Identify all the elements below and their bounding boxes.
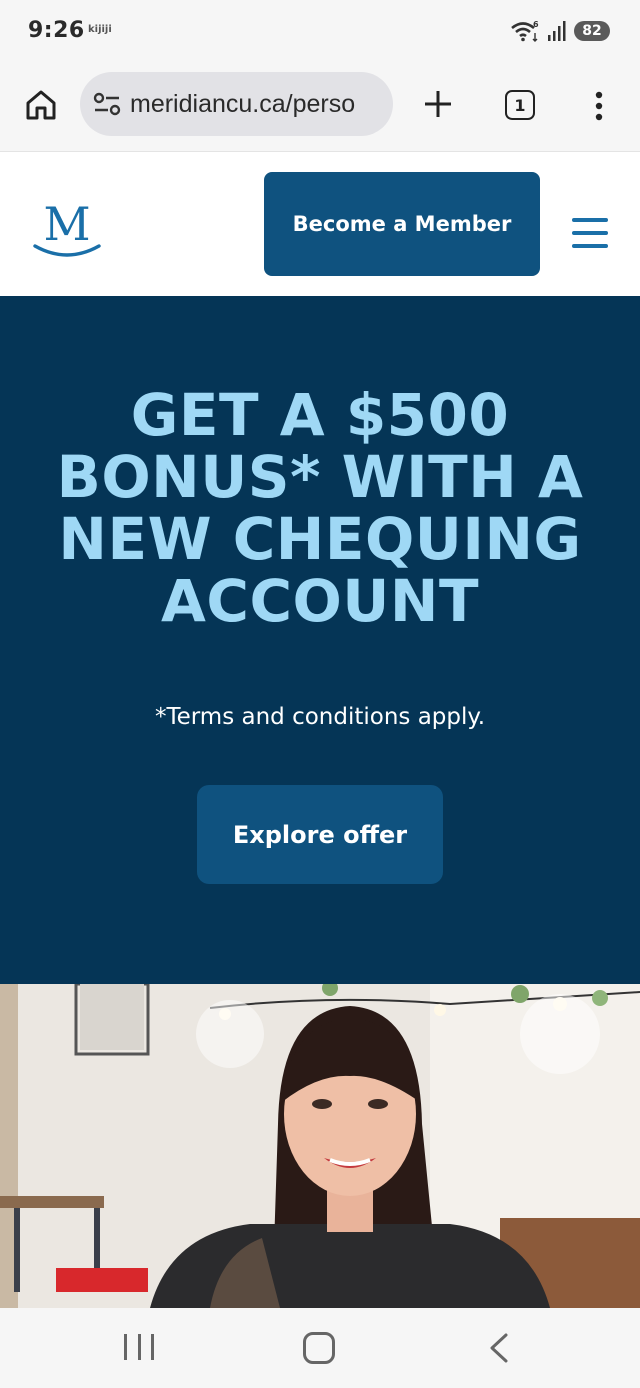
system-nav-bar <box>0 1308 640 1388</box>
new-tab-button[interactable] <box>418 84 458 124</box>
tabs-button[interactable]: 1 <box>505 90 535 120</box>
hero-title-line: GET A $500 <box>130 381 510 449</box>
hero-title-line: NEW CHEQUING <box>58 505 582 573</box>
battery-indicator: 82 <box>574 21 610 41</box>
signal-icon <box>548 21 566 41</box>
home-icon <box>26 90 56 120</box>
status-time: 9:26 <box>28 18 85 43</box>
home-nav-icon[interactable] <box>303 1332 335 1364</box>
back-icon[interactable] <box>484 1332 514 1364</box>
explore-offer-button[interactable]: Explore offer <box>197 785 443 884</box>
logo-letter: M <box>43 198 90 251</box>
browser-home-button[interactable] <box>22 84 60 126</box>
wifi-icon: 6 <box>511 20 539 42</box>
terms-note: *Terms and conditions apply. <box>154 704 486 730</box>
tab-count: 1 <box>514 95 526 115</box>
status-icons: 6 82 <box>510 18 610 44</box>
hero-title: GET A $500 BONUS* WITH A NEW CHEQUING AC… <box>20 384 620 632</box>
browser-toolbar: meridiancu.ca/perso 1 <box>0 62 640 152</box>
site-header: M Become a Member <box>0 152 640 296</box>
status-bar: 9:26 kijiji 6 82 <box>0 0 640 62</box>
woman-smiling-image <box>0 984 640 1308</box>
plus-icon <box>425 91 451 117</box>
hero-banner: GET A $500 BONUS* WITH A NEW CHEQUING AC… <box>0 296 640 984</box>
hero-photo <box>0 984 640 1308</box>
status-app-indicator: kijiji <box>88 24 112 35</box>
hamburger-menu-icon[interactable] <box>572 218 608 248</box>
browser-menu-button[interactable] <box>584 86 614 126</box>
become-member-button[interactable]: Become a Member <box>264 172 540 276</box>
url-bar[interactable]: meridiancu.ca/perso <box>80 72 393 136</box>
hero-title-line: ACCOUNT <box>160 567 480 635</box>
recent-apps-icon[interactable] <box>124 1334 154 1362</box>
url-text: meridiancu.ca/perso <box>130 89 356 118</box>
hero-title-line: BONUS* WITH A <box>56 443 584 511</box>
tune-icon[interactable] <box>92 91 122 117</box>
wifi-badge: 6 <box>533 20 539 29</box>
more-vert-icon <box>595 91 603 121</box>
meridian-logo[interactable]: M <box>32 198 102 264</box>
